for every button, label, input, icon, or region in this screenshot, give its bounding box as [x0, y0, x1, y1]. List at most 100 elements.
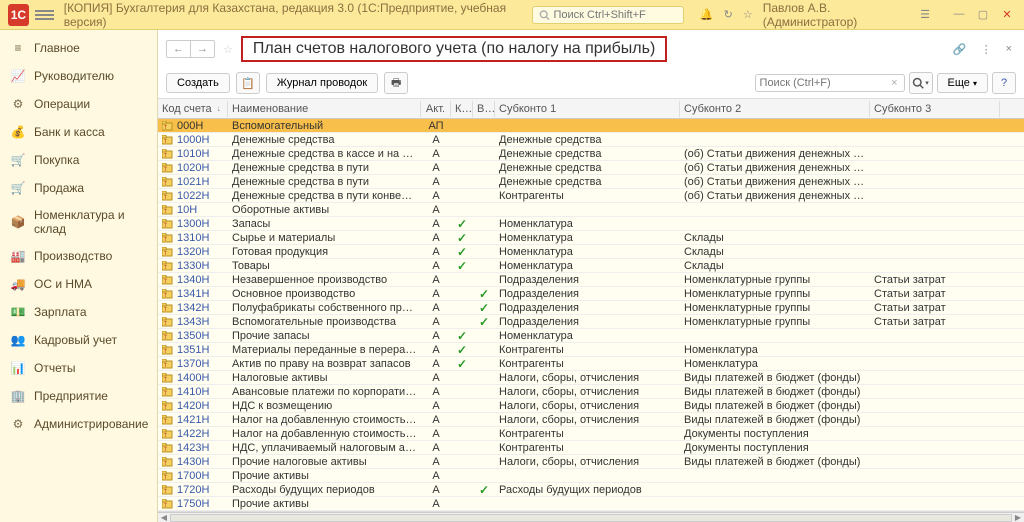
- account-sub2: (об) Статьи движения денежных средств: [680, 148, 870, 160]
- link-icon[interactable]: 🔗: [949, 43, 971, 56]
- table-row[interactable]: T1410НАвансовые платежи по корпоративном…: [158, 385, 1024, 399]
- journal-button[interactable]: Журнал проводок: [266, 73, 378, 93]
- account-sub1: Номенклатура: [495, 260, 680, 272]
- sidebar-item-4[interactable]: 🛒Покупка: [0, 146, 157, 174]
- col-header-vr[interactable]: ВР: [473, 101, 495, 117]
- table-row[interactable]: T10НОборотные активыА: [158, 203, 1024, 217]
- people-icon: 👥: [10, 332, 26, 348]
- table-row[interactable]: T1342НПолуфабрикаты собственного произво…: [158, 301, 1024, 315]
- account-code: 10Н: [177, 204, 197, 216]
- table-search[interactable]: ×: [755, 74, 905, 92]
- minimize-button[interactable]: —: [950, 8, 968, 21]
- col-header-kol[interactable]: Кол.: [451, 101, 473, 117]
- account-icon: T: [162, 401, 174, 411]
- table-row[interactable]: T1343НВспомогательные производстваА✓Подр…: [158, 315, 1024, 329]
- sidebar-item-8[interactable]: 🚚ОС и НМА: [0, 270, 157, 298]
- table-row[interactable]: T1430НПрочие налоговые активыАНалоги, сб…: [158, 455, 1024, 469]
- table-row[interactable]: T1300НЗапасыА✓Номенклатура: [158, 217, 1024, 231]
- help-button[interactable]: ?: [992, 72, 1016, 94]
- sidebar-item-0[interactable]: ≡Главное: [0, 34, 157, 62]
- bell-icon[interactable]: 🔔: [700, 8, 714, 21]
- sidebar-item-5[interactable]: 🛒Продажа: [0, 174, 157, 202]
- table-search-input[interactable]: [760, 77, 890, 89]
- sidebar-item-3[interactable]: 💰Банк и касса: [0, 118, 157, 146]
- options-icon[interactable]: ⋮: [977, 43, 996, 56]
- sidebar-item-11[interactable]: 📊Отчеты: [0, 354, 157, 382]
- clear-search-icon[interactable]: ×: [889, 77, 899, 89]
- sidebar-item-1[interactable]: 📈Руководителю: [0, 62, 157, 90]
- sidebar-item-label: Главное: [34, 41, 80, 55]
- table-row[interactable]: T000НВспомогательныйАП: [158, 119, 1024, 133]
- table-row[interactable]: T1000НДенежные средстваАДенежные средств…: [158, 133, 1024, 147]
- horizontal-scrollbar[interactable]: ◀ ▶: [158, 512, 1024, 522]
- account-name: Налог на добавленную стоимость (отложенн…: [228, 428, 421, 440]
- more-button[interactable]: Еще ▾: [937, 73, 988, 93]
- sidebar-item-10[interactable]: 👥Кадровый учет: [0, 326, 157, 354]
- account-name: Незавершенное производство: [228, 274, 421, 286]
- table-row[interactable]: T1720НРасходы будущих периодовА✓Расходы …: [158, 483, 1024, 497]
- sidebar-item-7[interactable]: 🏭Производство: [0, 242, 157, 270]
- scroll-track[interactable]: [170, 514, 1012, 522]
- scroll-left-button[interactable]: ◀: [158, 513, 170, 522]
- table-row[interactable]: T1021НДенежные средства в путиАДенежные …: [158, 175, 1024, 189]
- table-row[interactable]: T1400ННалоговые активыАНалоги, сборы, от…: [158, 371, 1024, 385]
- account-name: Товары: [228, 260, 421, 272]
- table-row[interactable]: T1340ННезавершенное производствоАПодразд…: [158, 273, 1024, 287]
- col-header-sub2[interactable]: Субконто 2: [680, 101, 870, 117]
- sidebar-item-9[interactable]: 💵Зарплата: [0, 298, 157, 326]
- table-row[interactable]: T1320НГотовая продукцияА✓НоменклатураСкл…: [158, 245, 1024, 259]
- account-akt: А: [421, 498, 451, 510]
- copy-button[interactable]: 📋: [236, 72, 260, 94]
- svg-text:T: T: [164, 139, 167, 145]
- user-name[interactable]: Павлов А.В. (Администратор): [763, 1, 910, 29]
- print-button[interactable]: 🖶: [384, 72, 408, 94]
- table-row[interactable]: T1750НПрочие активыА: [158, 497, 1024, 511]
- search-button[interactable]: ▾: [909, 72, 933, 94]
- table-row[interactable]: T1022НДенежные средства в пути конвертац…: [158, 189, 1024, 203]
- table-row[interactable]: T1423ННДС, уплачиваемый налоговым агенто…: [158, 441, 1024, 455]
- table-row[interactable]: T1700НПрочие активыА: [158, 469, 1024, 483]
- star-icon[interactable]: ☆: [743, 8, 753, 21]
- table-row[interactable]: T1020НДенежные средства в путиАДенежные …: [158, 161, 1024, 175]
- menu-icon[interactable]: [35, 5, 54, 25]
- col-header-akt[interactable]: Акт.: [421, 101, 451, 117]
- settings-dropdown-icon[interactable]: ☰: [920, 8, 930, 21]
- col-header-sub1[interactable]: Субконто 1: [495, 101, 680, 117]
- table-row[interactable]: T1341НОсновное производствоА✓Подразделен…: [158, 287, 1024, 301]
- table-row[interactable]: T1370НАктив по праву на возврат запасовА…: [158, 357, 1024, 371]
- table-row[interactable]: T1350НПрочие запасыА✓Номенклатура: [158, 329, 1024, 343]
- account-code: 1021Н: [177, 176, 209, 188]
- col-header-name[interactable]: Наименование: [228, 101, 421, 117]
- table-row[interactable]: T1422ННалог на добавленную стоимость (от…: [158, 427, 1024, 441]
- logo-1c[interactable]: 1C: [8, 4, 29, 26]
- global-search[interactable]: [532, 6, 684, 24]
- nav-back-button[interactable]: ←: [167, 41, 191, 57]
- account-code: 1010Н: [177, 148, 209, 160]
- table-row[interactable]: T1310НСырье и материалыА✓НоменклатураСкл…: [158, 231, 1024, 245]
- maximize-button[interactable]: ▢: [974, 8, 992, 21]
- table-row[interactable]: T1351НМатериалы переданные в переработку…: [158, 343, 1024, 357]
- account-akt: А: [421, 134, 451, 146]
- report-icon: 📊: [10, 360, 26, 376]
- create-button[interactable]: Создать: [166, 73, 230, 93]
- sidebar-item-2[interactable]: ⚙Операции: [0, 90, 157, 118]
- gear-icon: ⚙: [10, 416, 26, 432]
- bookmark-icon[interactable]: ☆: [223, 43, 233, 56]
- sidebar-item-13[interactable]: ⚙Администрирование: [0, 410, 157, 438]
- close-button[interactable]: ✕: [998, 8, 1016, 21]
- table-row[interactable]: T1330НТоварыА✓НоменклатураСклады: [158, 259, 1024, 273]
- history-icon[interactable]: ↻: [724, 8, 733, 21]
- nav-forward-button[interactable]: →: [191, 41, 214, 57]
- svg-text:T: T: [164, 153, 167, 159]
- table-row[interactable]: T1010НДенежные средства в кассе и на бан…: [158, 147, 1024, 161]
- table-row[interactable]: T1420ННДС к возмещениюАНалоги, сборы, от…: [158, 399, 1024, 413]
- close-tab-button[interactable]: ×: [1002, 43, 1016, 56]
- table-row[interactable]: T1421ННалог на добавленную стоимость к в…: [158, 413, 1024, 427]
- account-sub2: Склады: [680, 260, 870, 272]
- global-search-input[interactable]: [554, 9, 677, 21]
- sidebar-item-12[interactable]: 🏢Предприятие: [0, 382, 157, 410]
- scroll-right-button[interactable]: ▶: [1012, 513, 1024, 522]
- col-header-code[interactable]: Код счета↓: [158, 101, 228, 117]
- sidebar-item-6[interactable]: 📦Номенклатура и склад: [0, 202, 157, 242]
- col-header-sub3[interactable]: Субконто 3: [870, 101, 1000, 117]
